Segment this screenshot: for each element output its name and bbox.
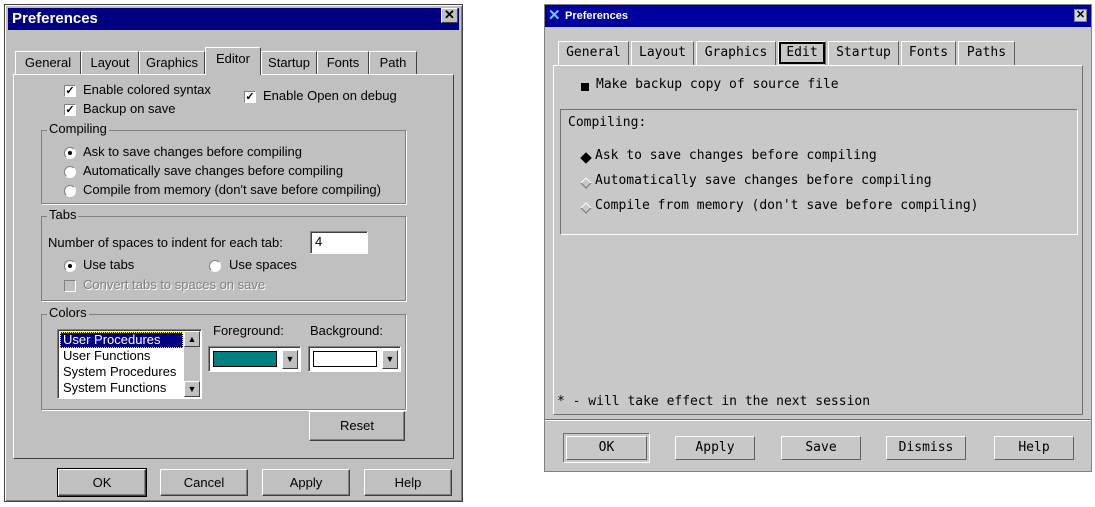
background-color-swatch (313, 351, 377, 367)
compiling-legend: Compiling: (568, 115, 647, 130)
tab-graphics[interactable]: Graphics (139, 51, 205, 74)
foreground-label: Foreground: (213, 323, 284, 338)
auto-save-label: Automatically save changes before compil… (83, 163, 344, 178)
session-footnote: * - will take effect in the next session (557, 394, 871, 409)
compile-memory-radio[interactable] (64, 185, 76, 197)
tab-paths[interactable]: Paths (958, 41, 1015, 65)
compile-memory-label: Compile from memory (don't save before c… (595, 198, 979, 213)
reset-button[interactable]: Reset (309, 411, 405, 441)
apply-button[interactable]: Apply (675, 436, 755, 460)
help-button[interactable]: Help (994, 436, 1074, 460)
foreground-color-swatch (213, 351, 277, 367)
use-spaces-label: Use spaces (229, 257, 297, 272)
ask-save-radio[interactable] (64, 147, 76, 159)
enable-open-on-debug-checkbox[interactable]: ✓ (244, 91, 256, 103)
background-label: Background: (310, 323, 383, 338)
tab-layout[interactable]: Layout (631, 41, 694, 65)
ok-button[interactable]: OK (57, 468, 147, 497)
tabs-legend: Tabs (47, 207, 79, 222)
tab-layout[interactable]: Layout (81, 51, 139, 74)
list-scrollbar[interactable] (184, 347, 200, 381)
tab-general[interactable]: General (558, 41, 629, 65)
backup-copy-label: Make backup copy of source file (596, 77, 839, 92)
indent-label: Number of spaces to indent for each tab: (48, 235, 283, 250)
windows-title-bar: Preferences (8, 8, 459, 30)
help-button[interactable]: Help (364, 469, 452, 496)
motif-preferences-dialog: ✕ Preferences ✕ General Layout Graphics … (544, 4, 1092, 472)
foreground-color-select[interactable]: ▼ (208, 346, 301, 372)
list-item[interactable]: System Procedures (60, 364, 183, 380)
enable-colored-syntax-label: Enable colored syntax (83, 82, 211, 97)
enable-colored-syntax-checkbox[interactable]: ✓ (64, 85, 76, 97)
tab-fonts[interactable]: Fonts (317, 51, 369, 74)
use-spaces-radio[interactable] (209, 260, 221, 272)
tab-path[interactable]: Path (369, 51, 417, 74)
auto-save-label: Automatically save changes before compil… (595, 173, 932, 188)
use-tabs-label: Use tabs (83, 257, 135, 272)
convert-tabs-label: Convert tabs to spaces on save (83, 277, 266, 292)
x-logo-icon: ✕ (548, 7, 561, 24)
scroll-up-icon[interactable]: ▲ (184, 331, 200, 347)
colors-legend: Colors (47, 305, 89, 320)
list-item[interactable]: User Procedures (60, 332, 183, 348)
apply-button[interactable]: Apply (262, 469, 350, 496)
background-color-select[interactable]: ▼ (308, 346, 401, 372)
tab-editor[interactable]: Editor (205, 47, 261, 75)
list-item[interactable]: System Functions (60, 380, 183, 396)
auto-save-radio[interactable] (64, 166, 76, 178)
dismiss-button[interactable]: Dismiss (886, 436, 966, 460)
backup-copy-checkbox[interactable] (581, 83, 589, 91)
color-category-list[interactable]: User Procedures User Functions System Pr… (57, 329, 202, 399)
button-separator (545, 419, 1091, 421)
ok-button[interactable]: OK (566, 436, 647, 460)
tab-fonts[interactable]: Fonts (901, 41, 956, 65)
compiling-legend: Compiling (47, 121, 109, 136)
close-icon[interactable]: ✕ (441, 8, 458, 23)
backup-on-save-checkbox[interactable]: ✓ (64, 104, 76, 116)
list-item[interactable]: User Functions (60, 348, 183, 364)
tab-startup[interactable]: Startup (828, 41, 899, 65)
save-button[interactable]: Save (781, 436, 861, 460)
cancel-button[interactable]: Cancel (160, 469, 248, 496)
use-tabs-radio[interactable] (64, 260, 76, 272)
close-icon[interactable]: ✕ (1074, 9, 1087, 22)
chevron-down-icon[interactable]: ▼ (382, 350, 398, 369)
chevron-down-icon[interactable]: ▼ (282, 350, 298, 369)
tab-startup[interactable]: Startup (261, 51, 317, 74)
tab-edit[interactable]: Edit (778, 41, 826, 65)
tab-general[interactable]: General (15, 51, 81, 74)
scroll-down-icon[interactable]: ▼ (184, 381, 200, 397)
motif-title-text: Preferences (565, 10, 628, 22)
ask-save-label: Ask to save changes before compiling (83, 144, 302, 159)
ask-save-label: Ask to save changes before compiling (595, 148, 877, 163)
convert-tabs-checkbox[interactable] (64, 280, 76, 292)
windows-title-text: Preferences (12, 10, 98, 27)
indent-spaces-input[interactable]: 4 (310, 231, 368, 254)
backup-on-save-label: Backup on save (83, 101, 176, 116)
tab-graphics[interactable]: Graphics (696, 41, 776, 65)
windows-preferences-dialog: Preferences ✕ General Layout Graphics Ed… (4, 4, 463, 502)
motif-title-bar: ✕ Preferences ✕ (545, 5, 1091, 27)
compile-memory-label: Compile from memory (don't save before c… (83, 182, 381, 197)
enable-open-on-debug-label: Enable Open on debug (263, 88, 397, 103)
